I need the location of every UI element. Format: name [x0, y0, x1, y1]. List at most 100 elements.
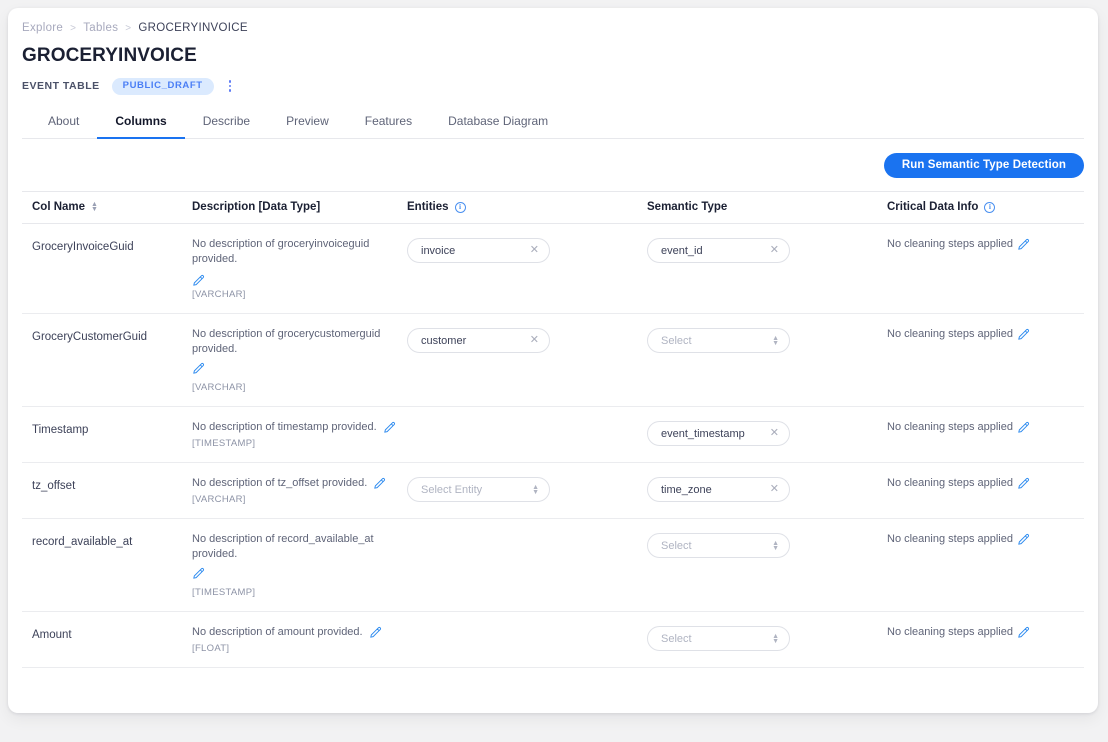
edit-pencil-icon[interactable] — [192, 567, 205, 580]
edit-pencil-icon[interactable] — [1017, 238, 1030, 251]
info-icon[interactable]: i — [984, 201, 996, 213]
table-header-row: Col Name ▲ ▼ Description [Data Type] Entitie… — [22, 191, 1084, 224]
cell-col-name: tz_offset — [22, 462, 192, 519]
entity-select[interactable]: customer ✕ — [407, 328, 550, 353]
cell-semantic-type: Select ▲ ▼ — [647, 611, 887, 668]
data-type-text: [VARCHAR] — [192, 494, 246, 505]
column-header-label: Col Name — [32, 201, 86, 213]
cell-critical-data-info: No cleaning steps applied — [887, 462, 1084, 519]
chevron-updown-icon: ▲ ▼ — [772, 334, 779, 347]
semantic-type-value: event_id — [661, 244, 703, 257]
edit-pencil-icon[interactable] — [383, 421, 396, 434]
cell-critical-data-info: No cleaning steps applied — [887, 611, 1084, 668]
tab-database-diagram[interactable]: Database Diagram — [430, 114, 566, 139]
tab-describe[interactable]: Describe — [185, 114, 268, 139]
description-text: No description of groceryinvoiceguid pro… — [192, 238, 370, 265]
tab-features[interactable]: Features — [347, 114, 430, 139]
sort-toggle-icon[interactable]: ▲ ▼ — [91, 201, 98, 213]
cell-semantic-type: Select ▲ ▼ — [647, 313, 887, 407]
edit-pencil-icon[interactable] — [192, 362, 205, 375]
clear-icon[interactable]: ✕ — [526, 335, 539, 346]
col-name-text: Amount — [32, 629, 72, 641]
cell-critical-data-info: No cleaning steps applied — [887, 313, 1084, 407]
description-text: No description of timestamp provided. — [192, 421, 377, 433]
entity-select[interactable]: invoice ✕ — [407, 238, 550, 263]
column-header-label: Description [Data Type] — [192, 201, 321, 213]
table-body: GroceryInvoiceGuid No description of groc… — [22, 223, 1084, 668]
tab-bar: About Columns Describe Preview Features Datab… — [22, 109, 1084, 139]
breadcrumb-item-tables[interactable]: Tables — [83, 22, 118, 34]
semantic-type-placeholder: Select — [661, 334, 692, 347]
edit-pencil-icon[interactable] — [369, 626, 382, 639]
cell-col-name: GroceryCustomerGuid — [22, 313, 192, 407]
column-header-critical-data: Critical Data Info i — [887, 191, 1084, 224]
col-name-text: Timestamp — [32, 424, 89, 436]
edit-pencil-icon[interactable] — [1017, 533, 1030, 546]
cell-description: No description of amount provided. [FLOAT… — [192, 611, 407, 668]
entity-value: invoice — [421, 244, 456, 257]
semantic-type-placeholder: Select — [661, 632, 692, 645]
cell-entities: invoice ✕ — [407, 223, 647, 314]
semantic-type-select[interactable]: time_zone ✕ — [647, 477, 790, 502]
cell-entities: Select Entity ▲ ▼ — [407, 462, 647, 519]
table-row: Timestamp No description of timestamp pro… — [22, 406, 1084, 463]
edit-pencil-icon[interactable] — [1017, 328, 1030, 341]
cell-description: No description of timestamp provided. [TI… — [192, 406, 407, 463]
edit-pencil-icon[interactable] — [1017, 477, 1030, 490]
entity-select[interactable]: Select Entity ▲ ▼ — [407, 477, 550, 502]
cell-col-name: Timestamp — [22, 406, 192, 463]
column-header-col-name[interactable]: Col Name ▲ ▼ — [22, 191, 192, 224]
entity-placeholder: Select Entity — [421, 483, 483, 496]
cell-entities — [407, 611, 647, 668]
action-bar: Run Semantic Type Detection — [8, 139, 1098, 191]
table-header: Col Name ▲ ▼ Description [Data Type] Entitie… — [22, 191, 1084, 224]
clear-icon[interactable]: ✕ — [766, 484, 779, 495]
column-header-label: Semantic Type — [647, 201, 728, 213]
col-name-text: record_available_at — [32, 536, 133, 548]
description-text: No description of grocerycustomerguid pr… — [192, 328, 381, 355]
critical-data-info-text: No cleaning steps applied — [887, 238, 1013, 250]
semantic-type-select[interactable]: Select ▲ ▼ — [647, 626, 790, 651]
tab-about[interactable]: About — [30, 114, 97, 139]
table-kind-label: EVENT TABLE — [22, 80, 100, 92]
page-meta-row: EVENT TABLE PUBLIC_DRAFT — [22, 77, 1084, 95]
cell-critical-data-info: No cleaning steps applied — [887, 406, 1084, 463]
column-header-label: Critical Data Info — [887, 201, 979, 213]
data-type-text: [FLOAT] — [192, 643, 230, 654]
edit-pencil-icon[interactable] — [1017, 421, 1030, 434]
cell-entities — [407, 518, 647, 612]
clear-icon[interactable]: ✕ — [526, 245, 539, 256]
critical-data-info-text: No cleaning steps applied — [887, 626, 1013, 638]
breadcrumb-item-explore[interactable]: Explore — [22, 22, 63, 34]
cell-description: No description of groceryinvoiceguid pro… — [192, 223, 407, 314]
semantic-type-select[interactable]: Select ▲ ▼ — [647, 328, 790, 353]
page-header: Explore > Tables > GROCERYINVOICE GROCERYINV… — [8, 8, 1098, 139]
cell-semantic-type: event_id ✕ — [647, 223, 887, 314]
run-semantic-type-detection-button[interactable]: Run Semantic Type Detection — [883, 152, 1084, 178]
tab-preview[interactable]: Preview — [268, 114, 347, 139]
edit-pencil-icon[interactable] — [192, 274, 205, 287]
clear-icon[interactable]: ✕ — [766, 428, 779, 439]
breadcrumb-item-groceryinvoice: GROCERYINVOICE — [138, 22, 248, 34]
columns-table-wrapper: Col Name ▲ ▼ Description [Data Type] Entitie… — [8, 191, 1098, 668]
semantic-type-select[interactable]: event_id ✕ — [647, 238, 790, 263]
cell-semantic-type: Select ▲ ▼ — [647, 518, 887, 612]
semantic-type-select[interactable]: event_timestamp ✕ — [647, 421, 790, 446]
clear-icon[interactable]: ✕ — [766, 245, 779, 256]
cell-critical-data-info: No cleaning steps applied — [887, 223, 1084, 314]
cell-col-name: GroceryInvoiceGuid — [22, 223, 192, 314]
table-row: record_available_at No description of rec… — [22, 518, 1084, 612]
kebab-menu-icon[interactable] — [226, 78, 235, 94]
tab-columns[interactable]: Columns — [97, 114, 185, 139]
cell-semantic-type: time_zone ✕ — [647, 462, 887, 519]
cell-col-name: Amount — [22, 611, 192, 668]
semantic-type-select[interactable]: Select ▲ ▼ — [647, 533, 790, 558]
critical-data-info-text: No cleaning steps applied — [887, 328, 1013, 340]
info-icon[interactable]: i — [454, 201, 466, 213]
column-header-description: Description [Data Type] — [192, 191, 407, 224]
chevron-updown-icon: ▲ ▼ — [772, 632, 779, 645]
edit-pencil-icon[interactable] — [1017, 626, 1030, 639]
edit-pencil-icon[interactable] — [373, 477, 386, 490]
cell-description: No description of record_available_at pr… — [192, 518, 407, 612]
chevron-updown-icon: ▲ ▼ — [772, 539, 779, 552]
